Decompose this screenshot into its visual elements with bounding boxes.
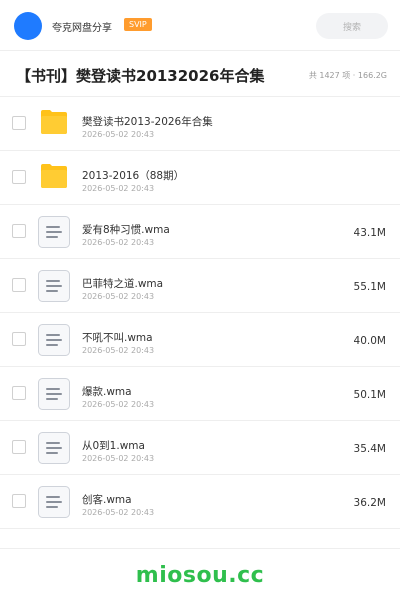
item-date: 2026-05-02 20:43 [82,184,155,193]
list-item[interactable]: 创客.wma 2026-05-02 20:43 36.2M [0,475,400,529]
brand-name: 夸克网盘分享 [52,23,112,34]
app-header: 夸克网盘分享 SVIP 搜索 [0,0,400,51]
item-date: 2026-05-02 20:43 [82,238,155,247]
item-size: 43.1M [353,227,386,239]
item-date: 2026-05-02 20:43 [82,454,155,463]
item-size: 40.0M [353,335,386,347]
page-title: 【书刊】樊登读书20132026年合集 [16,67,265,85]
audio-file-icon [38,270,70,302]
item-name: 2013-2016（88期） [82,170,185,182]
item-size: 35.4M [353,443,386,455]
item-size: 36.2M [353,497,386,509]
item-size: 55.1M [353,281,386,293]
audio-file-icon [38,432,70,464]
item-date: 2026-05-02 20:43 [82,346,155,355]
item-date: 2026-05-02 20:43 [82,400,155,409]
avatar[interactable] [14,12,42,40]
item-name: 爱有8种习惯.wma [82,224,170,236]
list-item[interactable]: 爱有8种习惯.wma 2026-05-02 20:43 43.1M [0,205,400,259]
search-placeholder: 搜索 [342,22,361,33]
audio-file-icon [38,378,70,410]
footer-bar: miosou.cc [0,548,400,601]
folder-icon [41,164,67,188]
item-name: 创客.wma [82,494,132,506]
svip-badge: SVIP [124,18,152,31]
item-checkbox[interactable] [12,332,26,346]
item-date: 2026-05-02 20:43 [82,508,155,517]
item-name: 不吼不叫.wma [82,332,153,344]
item-name: 从0到1.wma [82,440,145,452]
item-checkbox[interactable] [12,440,26,454]
item-date: 2026-05-02 20:43 [82,130,155,139]
item-name: 爆款.wma [82,386,132,398]
site-watermark: miosou.cc [135,563,265,588]
list-item[interactable]: 樊登读书2013-2026年合集 2026-05-02 20:43 [0,97,400,151]
audio-file-icon [38,324,70,356]
search-input[interactable]: 搜索 [316,13,388,39]
item-checkbox[interactable] [12,386,26,400]
list-item[interactable]: 爆款.wma 2026-05-02 20:43 50.1M [0,367,400,421]
audio-file-icon [38,486,70,518]
item-size: 50.1M [353,389,386,401]
item-checkbox[interactable] [12,278,26,292]
item-name: 巴菲特之道.wma [82,278,164,290]
item-checkbox[interactable] [12,494,26,508]
folder-icon [41,110,67,134]
list-item[interactable]: 不吼不叫.wma 2026-05-02 20:43 40.0M [0,313,400,367]
audio-file-icon [38,216,70,248]
list-item[interactable]: 2013-2016（88期） 2026-05-02 20:43 [0,151,400,205]
folder-header: 【书刊】樊登读书20132026年合集 共 1427 项 · 166.2G [0,50,400,97]
item-name: 樊登读书2013-2026年合集 [82,116,213,128]
list-item[interactable]: 巴菲特之道.wma 2026-05-02 20:43 55.1M [0,259,400,313]
list-item[interactable]: 从0到1.wma 2026-05-02 20:43 35.4M [0,421,400,475]
file-list: 樊登读书2013-2026年合集 2026-05-02 20:43 2013-2… [0,97,400,529]
folder-meta: 共 1427 项 · 166.2G [308,71,387,80]
item-date: 2026-05-02 20:43 [82,292,155,301]
item-checkbox[interactable] [12,116,26,130]
item-checkbox[interactable] [12,170,26,184]
item-checkbox[interactable] [12,224,26,238]
